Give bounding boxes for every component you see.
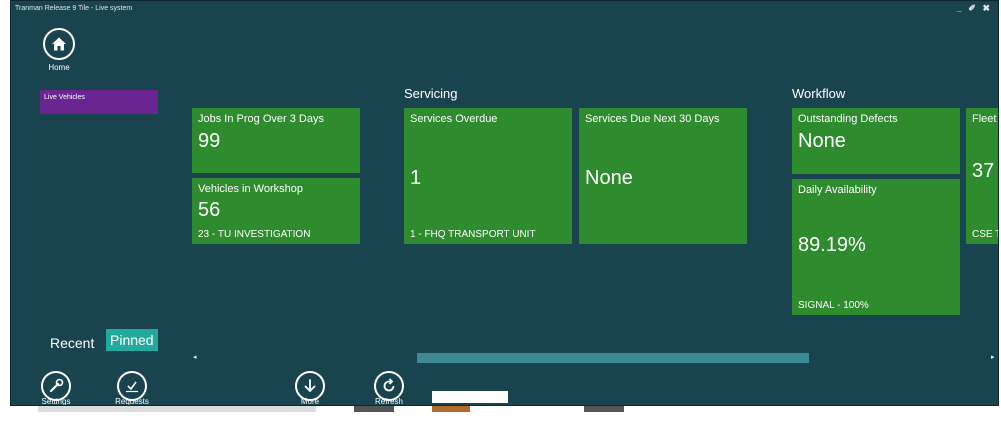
home-icon <box>52 37 66 51</box>
live-vehicles-button[interactable]: Live Vehicles <box>40 90 158 114</box>
taskbar <box>0 406 1001 436</box>
home-button[interactable] <box>43 28 75 60</box>
tile-subtitle: CSE T <box>972 229 999 240</box>
taskbar-item[interactable] <box>38 406 316 412</box>
tab-recent[interactable]: Recent <box>50 335 94 351</box>
scroll-right-arrow[interactable]: ▸ <box>991 353 995 361</box>
tile-name: Fleet <box>972 113 997 125</box>
settings-label: Settings <box>41 397 71 406</box>
taskbar-item[interactable] <box>354 406 394 412</box>
tile-subtitle: SIGNAL - 100% <box>798 300 869 311</box>
tile-value: None <box>585 167 633 189</box>
tile-name: Services Overdue <box>410 113 498 125</box>
requests-label: Requests <box>115 397 149 406</box>
horizontal-scrollbar[interactable] <box>417 353 809 363</box>
taskbar-item[interactable] <box>584 406 624 412</box>
tile-outstanding-defects[interactable]: Outstanding Defects None <box>792 108 960 174</box>
tile-subtitle: 1 - FHQ TRANSPORT UNIT <box>410 229 536 240</box>
arrow-down-icon <box>304 379 316 393</box>
tab-pinned[interactable]: Pinned <box>106 329 158 351</box>
scroll-left-arrow[interactable]: ◂ <box>193 353 197 361</box>
tile-value: 37 <box>972 160 995 182</box>
text-input-field[interactable] <box>432 391 508 403</box>
tile-fleet[interactable]: Fleet 37 CSE T <box>966 108 999 244</box>
tile-name: Vehicles in Workshop <box>198 183 303 195</box>
more-label: More <box>300 397 320 406</box>
tile-jobs-in-progress[interactable]: Jobs In Prog Over 3 Days 99 <box>192 108 360 173</box>
tile-daily-availability[interactable]: Daily Availability 89.19% SIGNAL - 100% <box>792 179 960 315</box>
group-heading-servicing: Servicing <box>404 86 458 101</box>
tile-value: 56 <box>198 199 221 221</box>
tile-services-overdue[interactable]: Services Overdue 1 1 - FHQ TRANSPORT UNI… <box>404 108 572 244</box>
home-label: Home <box>48 63 70 72</box>
tile-services-due-30-days[interactable]: Services Due Next 30 Days None <box>579 108 747 244</box>
tile-name: Outstanding Defects <box>798 113 898 125</box>
refresh-label: Refresh <box>374 397 403 406</box>
group-heading-workflow: Workflow <box>792 86 846 101</box>
tile-value: 1 <box>410 167 422 189</box>
tile-name: Services Due Next 30 Days <box>585 113 720 125</box>
signature-icon <box>126 381 138 393</box>
tile-name: Jobs In Prog Over 3 Days <box>198 113 324 125</box>
tile-vehicles-in-workshop[interactable]: Vehicles in Workshop 56 23 - TU INVESTIG… <box>192 178 360 244</box>
app-window: Tranman Release 9 Tile - Live system _ ✐… <box>10 0 999 406</box>
window-title: Tranman Release 9 Tile - Live system <box>15 5 133 12</box>
wrench-icon <box>49 378 64 393</box>
window-controls[interactable]: _ ✐ ✖ <box>957 3 992 14</box>
tile-subtitle: 23 - TU INVESTIGATION <box>198 229 311 240</box>
taskbar-item[interactable] <box>432 406 470 412</box>
tile-name: Daily Availability <box>798 184 877 196</box>
refresh-icon <box>383 378 395 392</box>
tile-value: None <box>798 130 846 152</box>
tile-value: 89.19% <box>798 234 866 256</box>
tile-value: 99 <box>198 130 221 152</box>
